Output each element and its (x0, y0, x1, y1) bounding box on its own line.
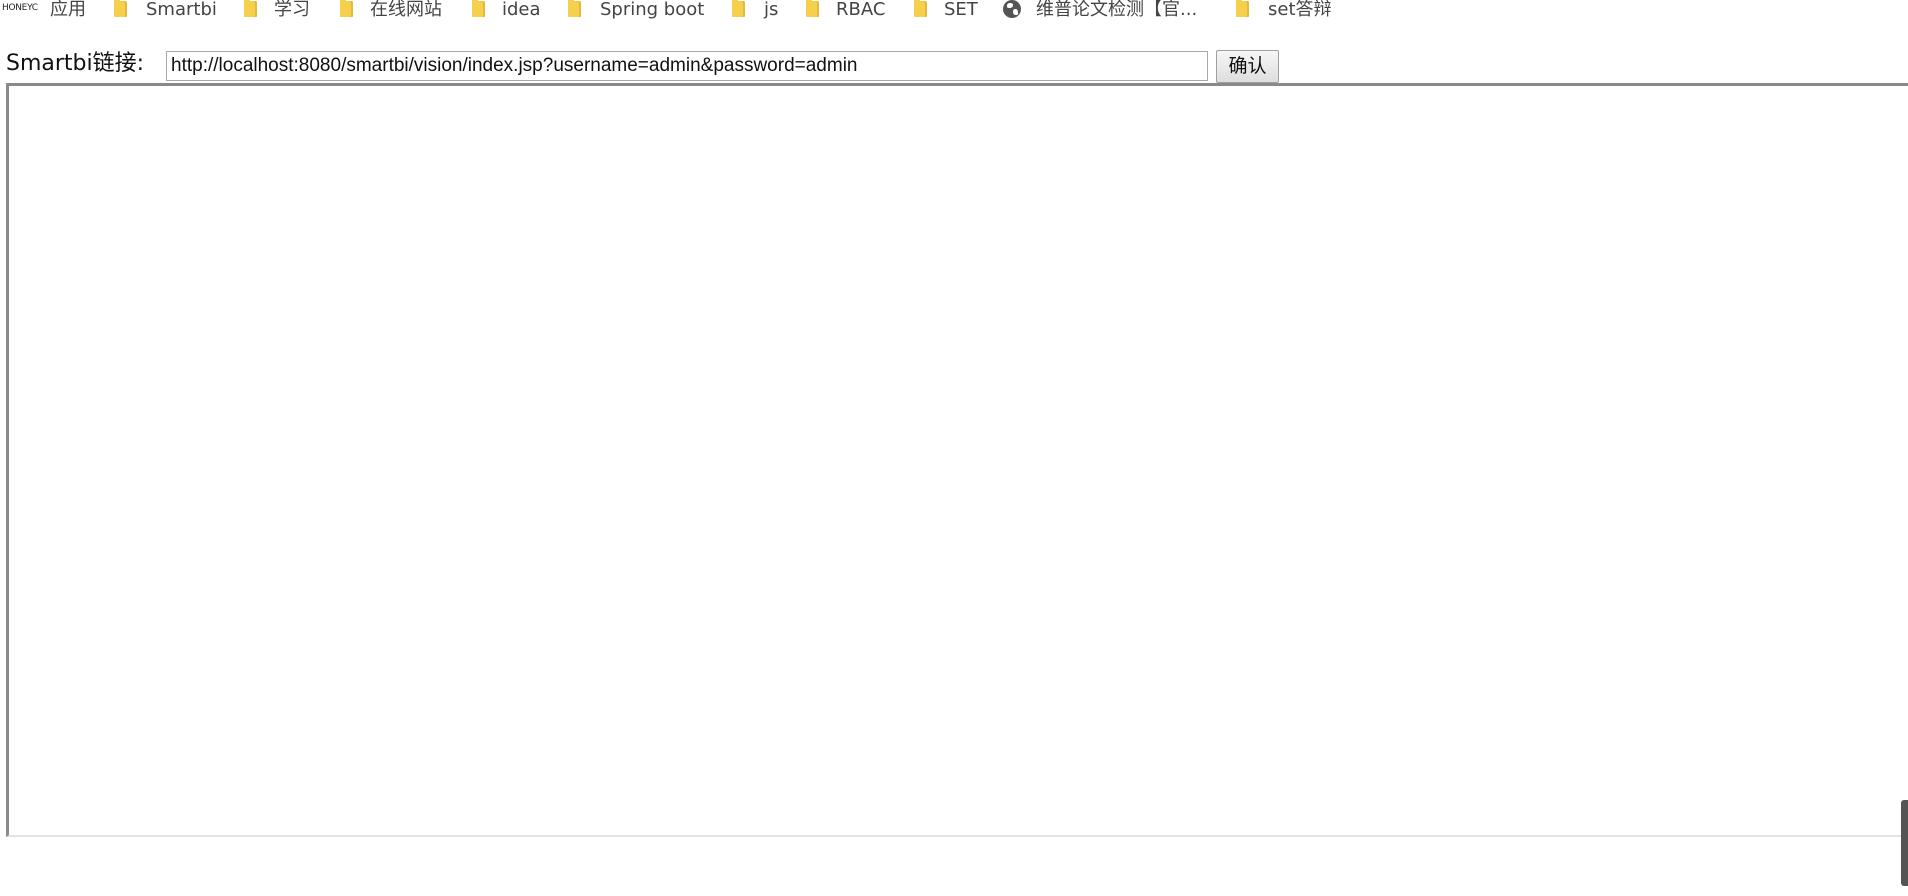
folder-icon (114, 0, 127, 17)
bookmark-idea[interactable]: idea (502, 0, 541, 20)
folder-icon (244, 0, 257, 17)
bookmark-spring-boot[interactable]: Spring boot (600, 0, 704, 20)
folder-icon (472, 0, 485, 17)
bookmark-rbac[interactable]: RBAC (836, 0, 885, 20)
folder-icon (568, 0, 581, 17)
apps-grid-icon[interactable]: HONEYCOMB (2, 2, 38, 14)
globe-icon (1003, 0, 1021, 18)
folder-icon (806, 0, 819, 17)
smartbi-link-label: Smartbi链接: (6, 51, 145, 76)
folder-icon (732, 0, 745, 17)
bookmark-smartbi[interactable]: Smartbi (146, 0, 217, 20)
confirm-button[interactable]: 确认 (1216, 50, 1279, 83)
url-input[interactable] (166, 51, 1208, 81)
bookmark-study[interactable]: 学习 (274, 0, 310, 20)
scrollbar-thumb[interactable] (1901, 800, 1908, 886)
folder-icon (340, 0, 353, 17)
bookmark-set-defense[interactable]: set答辩 (1268, 0, 1332, 20)
bookmark-online-sites[interactable]: 在线网站 (370, 0, 442, 20)
bookmarks-bar: HONEYCOMB 应用 Smartbi 学习 在线网站 idea Spring… (0, 0, 1908, 22)
bookmark-apps[interactable]: 应用 (50, 0, 86, 20)
folder-icon (914, 0, 927, 17)
bookmark-weipu[interactable]: 维普论文检测【官... (1036, 0, 1197, 20)
folder-icon (1236, 0, 1249, 17)
bookmark-js[interactable]: js (764, 0, 778, 20)
bookmark-set[interactable]: SET (944, 0, 978, 20)
content-iframe[interactable] (6, 83, 1908, 837)
